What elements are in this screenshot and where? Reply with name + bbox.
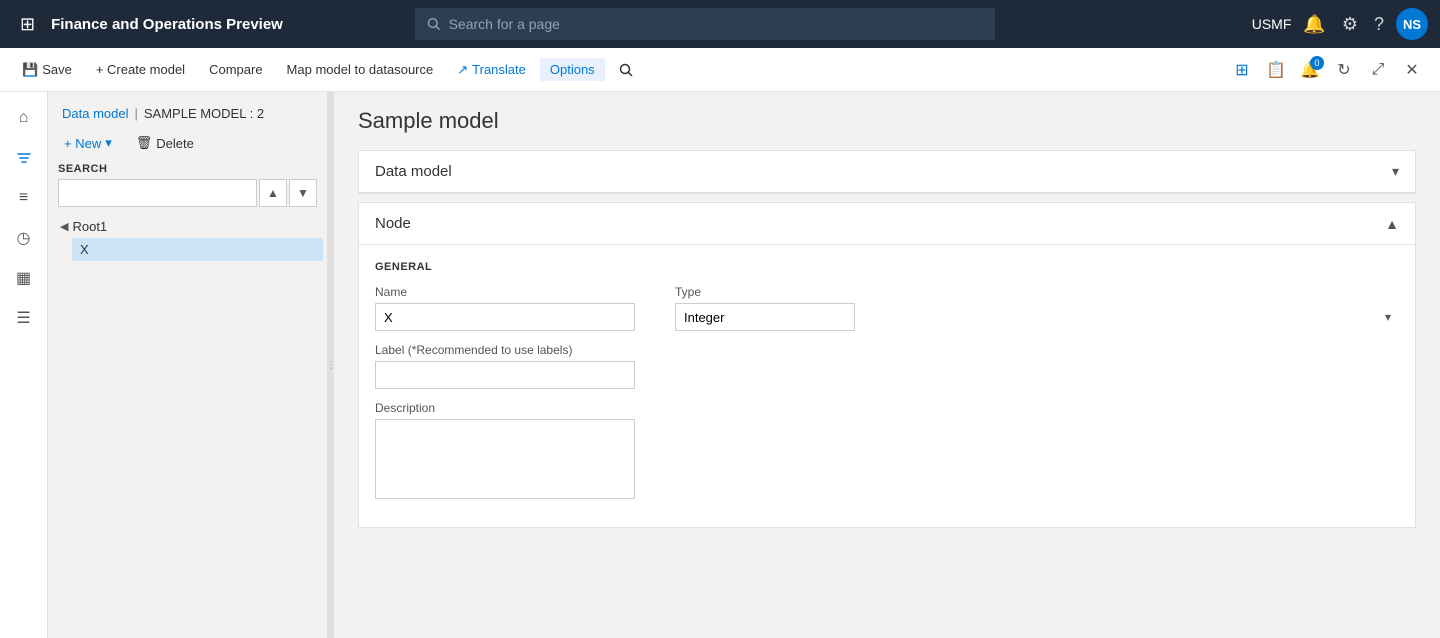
breadcrumb: Data model | SAMPLE MODEL : 2 [48,100,327,127]
grid-view-icon[interactable]: ▦ [6,260,42,296]
avatar[interactable]: NS [1396,8,1428,40]
toolbar-right-actions: ⊞ 📋 🔔 0 ↻ ⤢ ✕ [1226,54,1428,86]
delete-icon: 🗑 [136,135,153,151]
search-down-button[interactable]: ▼ [289,179,317,207]
top-nav-right: USMF 🔔 ⚙ ? NS [1252,8,1428,40]
settings-icon[interactable]: ⚙ [1338,10,1362,39]
collapse-icon: ◀ [60,220,68,233]
expand-icon-btn[interactable]: ⤢ [1362,54,1394,86]
notification-badge: 0 [1310,56,1324,70]
view-icon-btn[interactable]: 📋 [1260,54,1292,86]
label-label: Label (*Recommended to use labels) [375,343,635,357]
delete-button[interactable]: 🗑 Delete [128,131,202,155]
node-section-body: GENERAL Name Label (*Recommended to use … [359,245,1415,527]
notification-icon[interactable]: 🔔 [1299,10,1329,39]
node-chevron-icon: ▲ [1385,216,1399,232]
tree-search-input[interactable] [58,179,257,207]
node-title: Node [375,215,411,232]
type-select[interactable]: Integer String Boolean Real Date DateTim… [675,303,855,331]
new-button[interactable]: + New ▾ [56,131,120,155]
form-grid: Name Label (*Recommended to use labels) … [375,285,1399,511]
general-label: GENERAL [375,261,1399,273]
data-model-section-header[interactable]: Data model ▾ [359,151,1415,193]
data-model-section: Data model ▾ [358,150,1416,194]
options-button[interactable]: Options [540,58,605,81]
breadcrumb-separator: | [134,106,137,121]
badge-icon-btn[interactable]: 🔔 0 [1294,54,1326,86]
tree-root-node[interactable]: ◀ Root1 [52,215,323,238]
chevron-down-icon: ▾ [105,135,112,151]
right-panel: Sample model Data model ▾ Node ▲ GENERAL [334,92,1440,638]
save-button[interactable]: 💾 Save [12,58,82,82]
connected-icon-btn[interactable]: ⊞ [1226,54,1258,86]
panel-actions: + New ▾ 🗑 Delete [48,127,327,163]
menu-icon[interactable]: ≡ [6,180,42,216]
node-section-header[interactable]: Node ▲ [359,203,1415,245]
filter-icon[interactable] [6,140,42,176]
left-panel: Data model | SAMPLE MODEL : 2 + New ▾ 🗑 … [48,92,328,638]
save-icon: 💾 [22,62,38,78]
type-group: Type Integer String Boolean Real Date Da… [675,285,1399,331]
create-model-button[interactable]: + Create model [86,58,195,81]
name-group: Name [375,285,635,331]
translate-icon: ↗ [457,62,468,78]
history-icon[interactable]: ◷ [6,220,42,256]
name-input[interactable] [375,303,635,331]
toolbar-search-button[interactable] [609,59,643,81]
search-label: SEARCH [58,163,317,175]
search-row: ▲ ▼ [58,179,317,207]
tree-children: X [72,238,323,261]
main-layout: ⌂ ≡ ◷ ▦ ☰ Data model | SAMPLE MODEL : 2 … [0,92,1440,638]
close-icon-btn[interactable]: ✕ [1396,54,1428,86]
form-left-column: Name Label (*Recommended to use labels) … [375,285,635,511]
breadcrumb-link[interactable]: Data model [62,106,128,121]
help-icon[interactable]: ? [1370,10,1388,39]
data-model-chevron-icon: ▾ [1392,163,1399,180]
compare-button[interactable]: Compare [199,58,272,81]
home-icon[interactable]: ⌂ [6,100,42,136]
description-group: Description [375,401,635,499]
map-model-button[interactable]: Map model to datasource [277,58,444,81]
name-label: Name [375,285,635,299]
description-textarea[interactable] [375,419,635,499]
search-section: SEARCH ▲ ▼ [48,163,327,215]
label-input[interactable] [375,361,635,389]
toolbar: 💾 Save + Create model Compare Map model … [0,48,1440,92]
type-select-chevron-icon: ▾ [1385,310,1391,324]
top-navigation: ⊞ Finance and Operations Preview USMF 🔔 … [0,0,1440,48]
root-label: Root1 [72,219,107,234]
tasks-icon[interactable]: ☰ [6,300,42,336]
user-label: USMF [1252,16,1292,32]
type-label: Type [675,285,1399,299]
label-group: Label (*Recommended to use labels) [375,343,635,389]
app-title: Finance and Operations Preview [51,16,283,33]
refresh-icon-btn[interactable]: ↻ [1328,54,1360,86]
child-label: X [80,242,89,257]
tree-child-node[interactable]: X [72,238,323,261]
page-title: Sample model [358,108,1416,134]
description-label: Description [375,401,635,415]
data-model-title: Data model [375,163,452,180]
tree-container: ◀ Root1 X [48,215,327,630]
form-right-column: Type Integer String Boolean Real Date Da… [675,285,1399,511]
type-select-wrap: Integer String Boolean Real Date DateTim… [675,303,1399,331]
sidebar-icons: ⌂ ≡ ◷ ▦ ☰ [0,92,48,638]
search-up-button[interactable]: ▲ [259,179,287,207]
breadcrumb-current: SAMPLE MODEL : 2 [144,106,264,121]
search-input[interactable] [449,16,984,32]
translate-button[interactable]: ↗ Translate [447,58,536,82]
search-icon [427,17,440,31]
search-toolbar-icon [619,63,633,77]
search-bar[interactable] [415,8,995,40]
grid-menu-icon[interactable]: ⊞ [12,10,43,39]
node-section: Node ▲ GENERAL Name Label (*Recommended … [358,202,1416,528]
